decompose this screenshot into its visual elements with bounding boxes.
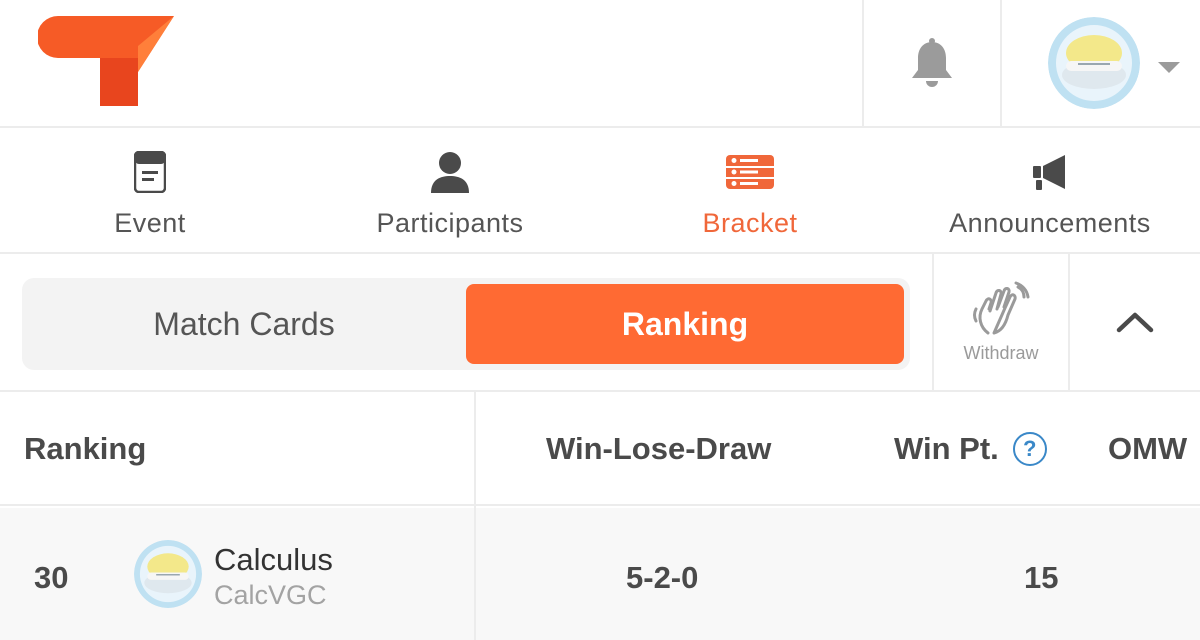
tab-event-label: Event bbox=[114, 208, 186, 238]
player-username: CalcVGC bbox=[214, 580, 327, 610]
match-cards-button[interactable]: Match Cards bbox=[22, 284, 466, 364]
column-header-win-pt[interactable]: Win Pt. ? bbox=[894, 392, 1047, 506]
event-card-icon bbox=[134, 150, 166, 194]
table-row[interactable]: 30 Calculus CalcVGC 5-2-0 15 bbox=[0, 508, 1200, 640]
tab-bracket-label: Bracket bbox=[702, 208, 798, 238]
chevron-down-icon[interactable] bbox=[1158, 62, 1180, 73]
bracket-controls: Match Cards Ranking Withdraw bbox=[0, 254, 1200, 392]
megaphone-icon bbox=[1031, 150, 1069, 194]
ranking-button[interactable]: Ranking bbox=[466, 284, 904, 364]
help-icon[interactable]: ? bbox=[1012, 432, 1047, 466]
avatar bbox=[134, 540, 202, 608]
ranking-table-header: Ranking Win-Lose-Draw Win Pt. ? OMW bbox=[0, 392, 1200, 506]
tab-bracket[interactable]: Bracket bbox=[600, 128, 900, 252]
tab-announcements[interactable]: Announcements bbox=[900, 128, 1200, 252]
row-win-pt: 15 bbox=[1024, 560, 1059, 595]
tab-participants[interactable]: Participants bbox=[300, 128, 600, 252]
person-icon bbox=[429, 150, 471, 194]
notifications-button[interactable] bbox=[862, 0, 1000, 128]
brand-logo-icon[interactable] bbox=[38, 16, 178, 108]
player-name[interactable]: Calculus bbox=[214, 542, 333, 578]
view-toggle: Match Cards Ranking bbox=[22, 278, 910, 370]
tab-event[interactable]: Event bbox=[0, 128, 300, 252]
column-header-ranking[interactable]: Ranking bbox=[24, 392, 146, 506]
column-divider bbox=[474, 392, 476, 640]
avatar[interactable] bbox=[1048, 17, 1140, 109]
chevron-up-icon bbox=[1116, 312, 1154, 333]
column-header-omw[interactable]: OMW bbox=[1108, 392, 1187, 506]
column-header-win-lose-draw[interactable]: Win-Lose-Draw bbox=[546, 392, 771, 506]
row-win-lose-draw: 5-2-0 bbox=[626, 560, 699, 595]
withdraw-button[interactable]: Withdraw bbox=[932, 254, 1068, 390]
row-rank: 30 bbox=[34, 560, 69, 595]
waving-hand-icon bbox=[973, 281, 1030, 334]
event-nav-tabs: Event Participants Bracket Announcements bbox=[0, 128, 1200, 254]
bell-icon bbox=[912, 38, 952, 87]
column-header-win-pt-label: Win Pt. bbox=[894, 431, 999, 466]
collapse-button[interactable] bbox=[1068, 254, 1200, 390]
tab-announcements-label: Announcements bbox=[949, 208, 1151, 238]
app-header bbox=[0, 0, 1200, 128]
withdraw-label: Withdraw bbox=[963, 342, 1039, 363]
tab-participants-label: Participants bbox=[376, 208, 524, 238]
bracket-list-icon bbox=[725, 150, 775, 194]
account-menu[interactable] bbox=[1000, 0, 1200, 128]
